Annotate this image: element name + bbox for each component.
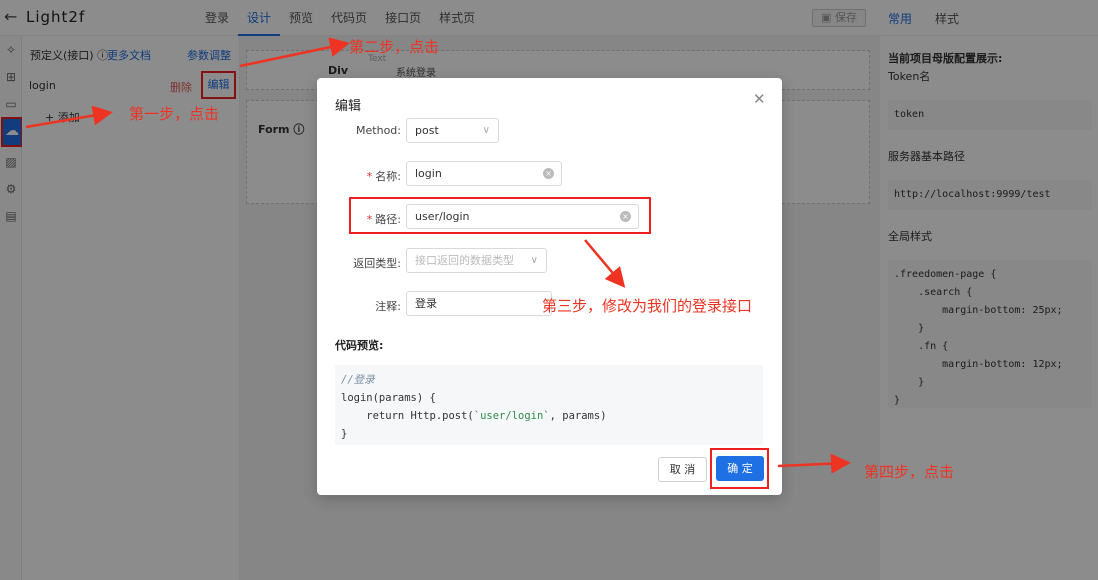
arrow-step4	[777, 453, 851, 474]
arrow-step1	[25, 105, 113, 129]
annotation-step3: 第三步，修改为我们的登录接口	[542, 297, 753, 315]
arrow-step2	[239, 37, 350, 68]
annotation-step4: 第四步，点击	[864, 463, 955, 481]
annotation-step1: 第一步，点击	[129, 105, 220, 123]
annotation-arrows	[25, 37, 851, 474]
annotation-step2: 第二步，点击	[349, 38, 440, 56]
arrow-step3	[584, 239, 626, 288]
